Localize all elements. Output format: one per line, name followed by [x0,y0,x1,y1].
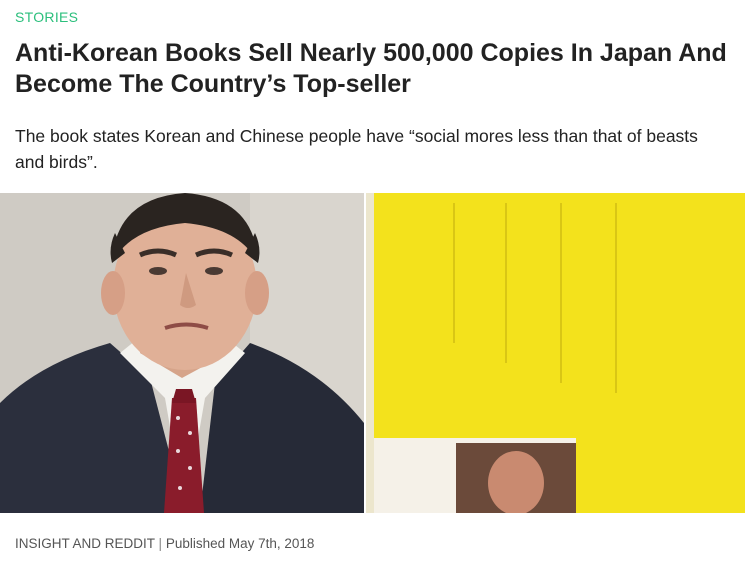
cover-yellow-panel [374,193,745,438]
byline-source: INSIGHT AND REDDIT [15,536,155,551]
hero-image[interactable] [0,193,745,513]
headline[interactable]: Anti-Korean Books Sell Nearly 500,000 Co… [15,38,730,100]
byline-separator: | [158,536,163,551]
portrait-photo [0,193,364,513]
article: STORIES Anti-Korean Books Sell Nearly 50… [0,0,745,561]
article-dek: The book states Korean and Chinese peopl… [15,126,698,172]
book-cover-illustration [366,193,745,513]
book-cover-photo [366,193,745,513]
portrait-illustration [0,193,364,513]
category-link[interactable]: STORIES [15,9,78,25]
byline: INSIGHT AND REDDIT | Published May 7th, … [15,536,314,551]
byline-published: Published May 7th, 2018 [165,536,315,551]
